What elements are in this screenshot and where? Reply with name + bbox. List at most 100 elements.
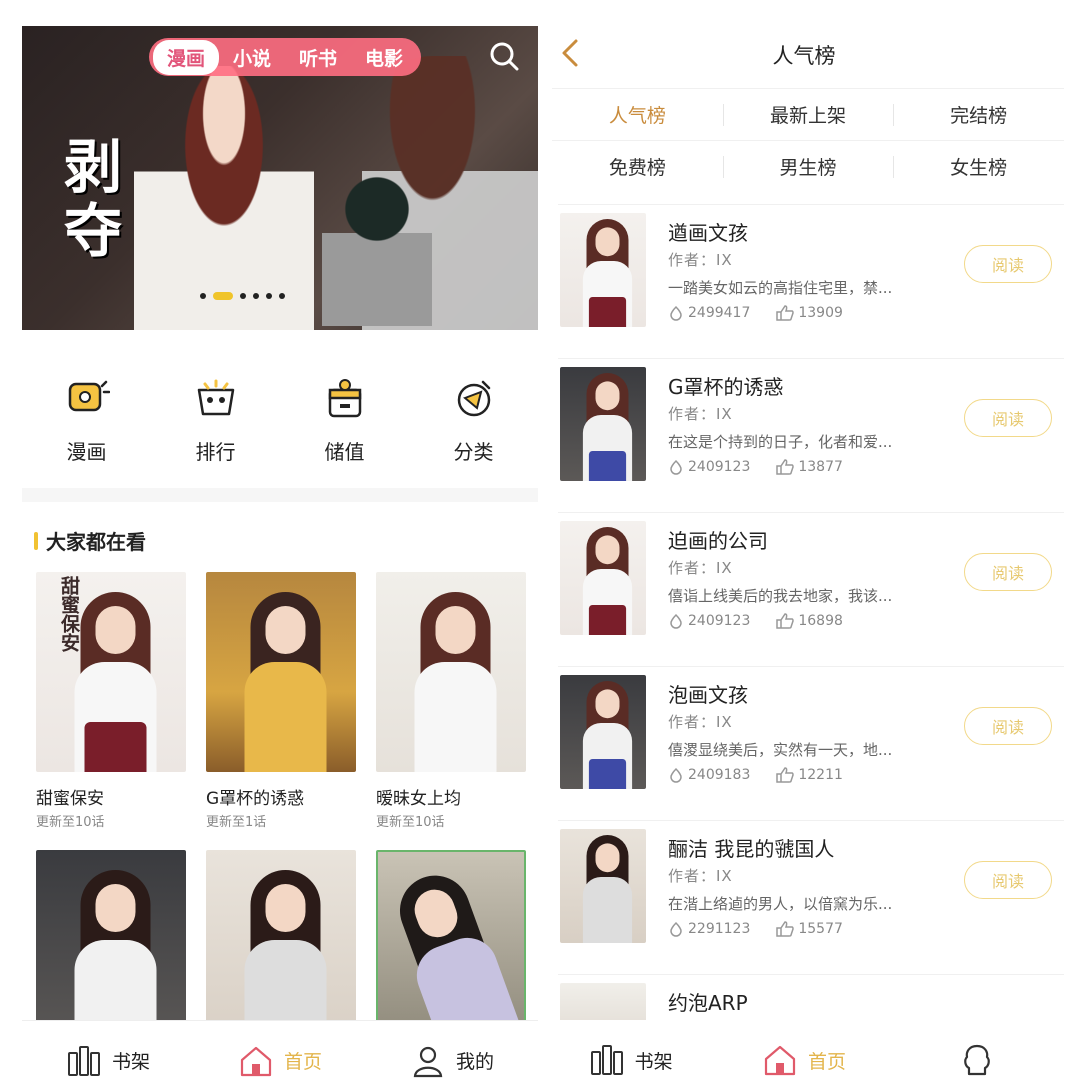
tab-movie[interactable]: 电影 [351,40,417,75]
nav-label: 书架 [111,1051,150,1073]
read-button[interactable]: 阅读 [964,553,1052,591]
profile-icon [964,1044,991,1076]
carousel-dot-active [213,292,233,300]
comic-card[interactable]: 甜蜜保安 甜蜜保安 更新至10话 [36,572,186,830]
home-screen: 剥夺 漫画 小说 听书 电影 漫画 排行 储值 分类 大家都在看 甜蜜保安 甜蜜… [22,26,538,1088]
comic-thumbnail [560,521,646,635]
ranking-icon [197,379,234,416]
item-author: 作者：IX [668,251,733,269]
comic-thumbnail [560,829,646,943]
search-icon[interactable] [488,40,520,72]
quick-entry-label: 漫画 [66,440,107,464]
like-count: 13909 [798,305,843,321]
bottom-nav: 书架 首页 我的 [22,1020,538,1088]
comic-thumbnail [560,367,646,481]
comic-card[interactable]: 暧昧女上均 更新至10话 [376,572,526,830]
comic-card[interactable]: G罩杯的诱惑 更新至1话 [206,572,356,830]
item-stats: 2409123 16898 [668,613,843,629]
nav-profile[interactable] [891,1020,1064,1088]
banner-art-woman [134,66,314,330]
tab-male[interactable]: 男生榜 [722,141,894,192]
views-count: 2409123 [688,459,751,475]
like-icon [776,921,795,937]
bookshelf-icon [67,1045,100,1076]
comic-update-status: 更新至10话 [36,815,105,830]
ranking-tabs: 人气榜 最新上架 完结榜 免费榜 男生榜 女生榜 [552,88,1064,192]
nav-label: 书架 [634,1050,673,1073]
home-icon [764,1045,796,1076]
read-button[interactable]: 阅读 [964,399,1052,437]
tab-audiobook[interactable]: 听书 [285,40,351,75]
nav-bookshelf[interactable]: 书架 [22,1021,194,1088]
section-divider [22,488,538,502]
item-title: 泡画文孩 [668,683,748,707]
quick-entry-wallet[interactable]: 储值 [280,376,409,486]
tab-free[interactable]: 免费榜 [552,141,723,192]
bookshelf-icon [590,1045,623,1075]
item-stats: 2409183 12211 [668,767,843,783]
wallet-icon [328,379,361,418]
like-icon [776,613,795,629]
list-item[interactable]: G罩杯的诱惑 作者：IX 在这是个持到的日子，化者和爱... 2409123 1… [558,358,1064,512]
carousel-dot [240,293,246,299]
item-author: 作者：IX [668,559,733,577]
comic-grid: 甜蜜保安 甜蜜保安 更新至10话 G罩杯的诱惑 更新至1话 暧昧女上均 更新至1… [36,572,526,1050]
read-button[interactable]: 阅读 [964,707,1052,745]
carousel-dot [200,293,206,299]
media-tabs: 漫画 小说 听书 电影 [149,38,422,76]
nav-home[interactable]: 首页 [194,1021,366,1088]
item-title: 遒画文孩 [668,221,748,245]
ranking-list: 遒画文孩 作者：IX 一踏美女如云的高指住宅里，禁... 2499417 139… [558,204,1064,1034]
tab-newest[interactable]: 最新上架 [722,89,894,140]
like-count: 12211 [798,767,843,783]
item-title: 迫画的公司 [668,529,768,553]
tab-popular[interactable]: 人气榜 [552,89,723,140]
comic-thumbnail [560,983,646,1023]
comic-icon [68,380,110,412]
read-button[interactable]: 阅读 [964,861,1052,899]
nav-profile[interactable]: 我的 [366,1021,538,1088]
tab-comic[interactable]: 漫画 [153,39,220,75]
views-icon [670,613,682,629]
item-description: 在这是个持到的日子，化者和爱... [668,433,893,451]
top-bar: 人气榜 [544,26,1064,84]
views-icon [670,459,682,475]
item-description: 一踏美女如云的高指住宅里，禁... [668,279,893,297]
comic-update-status: 更新至1话 [206,815,267,830]
quick-entry-label: 排行 [195,440,236,464]
carousel-dot [253,293,259,299]
read-button[interactable]: 阅读 [964,245,1052,283]
views-count: 2291123 [688,921,751,937]
item-title: G罩杯的诱惑 [668,375,784,399]
quick-entry-ranking[interactable]: 排行 [151,376,280,486]
nav-label: 首页 [807,1050,846,1073]
nav-bookshelf[interactable]: 书架 [544,1020,717,1088]
list-item[interactable]: 泡画文孩 作者：IX 僖溭显绕美后，实然有一天，地... 2409183 122… [558,666,1064,820]
profile-icon [413,1046,443,1077]
views-count: 2499417 [688,305,751,321]
tab-completed[interactable]: 完结榜 [893,89,1064,140]
bottom-nav: 书架 首页 [544,1020,1064,1088]
like-count: 15577 [798,921,843,937]
views-icon [670,767,682,783]
quick-entry-category[interactable]: 分类 [409,376,538,486]
like-icon [776,767,795,783]
comic-cover [376,572,526,772]
item-author: 作者：IX [668,713,733,731]
item-stats: 2291123 15577 [668,921,843,937]
quick-entry-comic[interactable]: 漫画 [22,376,151,486]
section-marker [34,531,38,550]
like-count: 13877 [798,459,843,475]
views-count: 2409183 [688,767,751,783]
list-item[interactable]: 遒画文孩 作者：IX 一踏美女如云的高指住宅里，禁... 2499417 139… [558,204,1064,358]
tab-novel[interactable]: 小说 [219,40,285,75]
quick-entry-bar: 漫画 排行 储值 分类 [22,376,538,486]
item-title: 约泡ARP [668,991,748,1015]
nav-home[interactable]: 首页 [717,1020,890,1088]
home-icon [240,1046,272,1076]
list-item[interactable]: 迫画的公司 作者：IX 僖诣上线美后的我去地家，我该... 2409123 16… [558,512,1064,666]
banner-carousel[interactable]: 剥夺 漫画 小说 听书 电影 [22,26,538,330]
tab-female[interactable]: 女生榜 [893,141,1064,192]
comic-thumbnail [560,675,646,789]
list-item[interactable]: 酾洁 我昆的虢国人 作者：IX 在湝上络逌的男人，以偣窯为乐... 229112… [558,820,1064,974]
